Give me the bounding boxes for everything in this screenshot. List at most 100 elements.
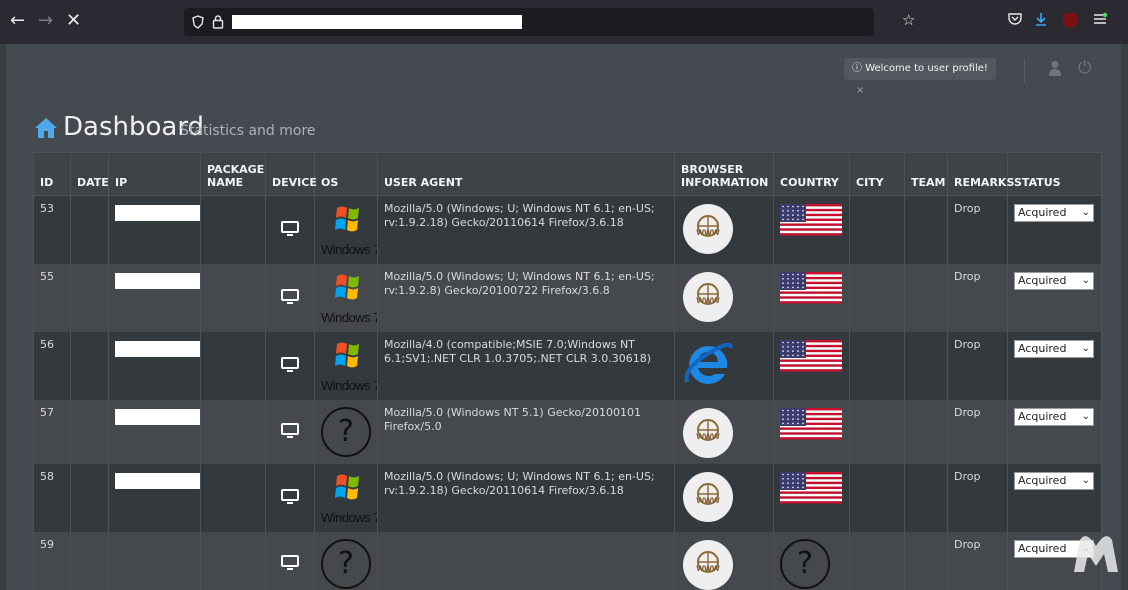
- cell-id: 57: [33, 400, 71, 464]
- status-select[interactable]: Acquired ⌄: [1014, 340, 1094, 358]
- table-row[interactable]: 53 Windows 7 Mozilla/5.0 (Windows; U; Wind…: [33, 195, 1102, 264]
- us-flag-icon: [780, 272, 842, 304]
- cell-team: [904, 532, 948, 590]
- desktop-icon: [281, 288, 299, 304]
- windows-logo-icon: [335, 206, 359, 232]
- cell-os: Windows 7: [314, 264, 378, 332]
- cell-user-agent: [377, 532, 675, 590]
- status-select[interactable]: Acquired ⌄: [1014, 204, 1094, 222]
- cell-ip: [108, 464, 201, 532]
- cell-id: 58: [33, 464, 71, 532]
- star-icon[interactable]: ☆: [902, 11, 915, 29]
- cell-city: [849, 532, 905, 590]
- column-header[interactable]: COUNTRY: [773, 152, 850, 196]
- table-row[interactable]: 58 Windows 7 Mozilla/5.0 (Windows; U; Wind…: [33, 464, 1102, 532]
- cell-device: [265, 195, 315, 264]
- browser-toolbar: ← → ✕ ☆: [0, 0, 1128, 44]
- www-label: www: [695, 227, 720, 238]
- cell-device: [265, 464, 315, 532]
- ublock-icon[interactable]: [1063, 13, 1077, 28]
- cell-country: [773, 195, 850, 264]
- column-header[interactable]: OS: [314, 152, 378, 196]
- status-value: Acquired: [1018, 410, 1067, 423]
- cell-city: [849, 195, 905, 264]
- column-header[interactable]: BROWSER INFORMATION: [674, 152, 774, 196]
- cell-ip: [108, 195, 201, 264]
- status-value: Acquired: [1018, 542, 1067, 555]
- cell-os: ?: [314, 532, 378, 590]
- table-row[interactable]: 57? Mozilla/5.0 (Windows NT 5.1) Gecko/20…: [33, 400, 1102, 464]
- close-icon[interactable]: ✕: [66, 10, 81, 31]
- unknown-icon: ?: [780, 539, 830, 589]
- column-header[interactable]: STATUS: [1007, 152, 1102, 196]
- cell-package-name: [200, 464, 266, 532]
- status-select[interactable]: Acquired ⌄: [1014, 472, 1094, 490]
- os-label: Windows 7: [321, 242, 378, 257]
- cell-package-name: [200, 195, 266, 264]
- column-header[interactable]: REMARKS: [947, 152, 1014, 196]
- user-icon[interactable]: [1048, 60, 1062, 76]
- cell-date: [70, 332, 109, 400]
- cell-user-agent: Mozilla/5.0 (Windows NT 5.1) Gecko/20100…: [377, 400, 675, 464]
- cell-date: [70, 464, 109, 532]
- column-header[interactable]: IP: [108, 152, 201, 196]
- url-redacted: [232, 15, 522, 29]
- cell-country: ?: [773, 532, 850, 590]
- os-label: Windows 7: [321, 310, 378, 325]
- cell-country: [773, 332, 850, 400]
- cell-ip: [108, 332, 201, 400]
- column-header[interactable]: TEAM: [904, 152, 948, 196]
- desktop-icon: [281, 220, 299, 236]
- cell-status: Acquired ⌄: [1007, 332, 1102, 400]
- cell-device: [265, 532, 315, 590]
- www-browser-icon: www: [683, 408, 733, 458]
- column-header[interactable]: ID: [33, 152, 71, 196]
- www-browser-icon: www: [683, 204, 733, 254]
- table-row[interactable]: 59?www?DropAcquired⌄: [33, 532, 1102, 590]
- menu-icon[interactable]: [1092, 12, 1108, 26]
- windows-logo-icon: [335, 474, 359, 500]
- www-browser-icon: www: [683, 540, 733, 590]
- cell-user-agent: Mozilla/5.0 (Windows; U; Windows NT 6.1;…: [377, 195, 675, 264]
- cell-os: Windows 7: [314, 195, 378, 264]
- power-icon[interactable]: ⏻: [1078, 58, 1091, 78]
- cell-city: [849, 464, 905, 532]
- ip-redacted: [115, 205, 200, 221]
- cell-status: Acquired ⌄: [1007, 195, 1102, 264]
- cell-country: [773, 400, 850, 464]
- table-row[interactable]: 55 Windows 7 Mozilla/5.0 (Windows; U; Wind…: [33, 264, 1102, 332]
- cell-package-name: [200, 532, 266, 590]
- column-header[interactable]: DEVICE: [265, 152, 317, 196]
- column-header[interactable]: CITY: [849, 152, 905, 196]
- column-header[interactable]: DATE: [70, 152, 109, 196]
- cell-package-name: [200, 400, 266, 464]
- welcome-close-button[interactable]: ×: [856, 85, 864, 96]
- table-row[interactable]: 56 Windows 7 Mozilla/4.0 (compatible;MSIE …: [33, 332, 1102, 400]
- status-select[interactable]: Acquired ⌄: [1014, 272, 1094, 290]
- forward-arrow-icon[interactable]: →: [38, 10, 53, 31]
- back-arrow-icon[interactable]: ←: [10, 10, 25, 31]
- ip-redacted: [115, 473, 200, 489]
- column-header[interactable]: USER AGENT: [377, 152, 675, 196]
- unknown-icon: ?: [321, 407, 371, 457]
- shield-icon: [192, 15, 204, 29]
- cell-team: [904, 264, 948, 332]
- us-flag-icon: [780, 408, 842, 440]
- cell-team: [904, 195, 948, 264]
- column-header[interactable]: PACKAGE NAME: [200, 152, 266, 196]
- cell-browser-information: www: [674, 464, 774, 532]
- cell-status: Acquired ⌄: [1007, 264, 1102, 332]
- windows7-os-icon: Windows 7: [321, 338, 377, 394]
- status-value: Acquired: [1018, 274, 1067, 287]
- pocket-icon[interactable]: [1008, 12, 1022, 26]
- chevron-down-icon: ⌄: [1081, 343, 1090, 354]
- us-flag-icon: [780, 472, 842, 504]
- table-header-row: ID DATE IP PACKAGE NAME DEVICE OS USER A…: [33, 152, 1102, 196]
- cell-remarks: Drop: [947, 195, 1008, 264]
- cell-city: [849, 400, 905, 464]
- download-icon[interactable]: [1034, 12, 1048, 27]
- page-subtitle: Statistics and more: [180, 123, 316, 139]
- desktop-icon: [281, 356, 299, 372]
- status-select[interactable]: Acquired ⌄: [1014, 408, 1094, 426]
- url-bar[interactable]: ☆: [184, 8, 915, 36]
